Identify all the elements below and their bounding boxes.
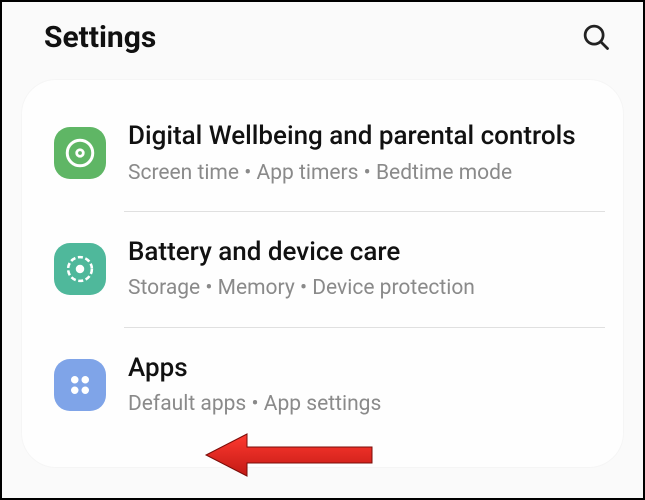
settings-item-text: Battery and device care Storage • Memory… (128, 236, 601, 303)
header: Settings (2, 2, 643, 80)
settings-item-title: Apps (128, 352, 601, 385)
settings-item-subtitle: Screen time • App timers • Bedtime mode (128, 159, 601, 187)
settings-item-title: Digital Wellbeing and parental controls (128, 120, 601, 153)
apps-icon (54, 359, 106, 411)
settings-card: Digital Wellbeing and parental controls … (22, 80, 623, 467)
settings-item-battery-device-care[interactable]: Battery and device care Storage • Memory… (50, 212, 605, 327)
search-icon (581, 22, 611, 52)
settings-item-text: Digital Wellbeing and parental controls … (128, 120, 601, 187)
settings-item-text: Apps Default apps • App settings (128, 352, 601, 419)
battery-device-care-icon (54, 243, 106, 295)
page-title: Settings (44, 20, 156, 55)
settings-item-subtitle: Storage • Memory • Device protection (128, 274, 601, 302)
settings-item-title: Battery and device care (128, 236, 601, 269)
digital-wellbeing-icon (54, 127, 106, 179)
settings-item-apps[interactable]: Apps Default apps • App settings (50, 328, 605, 443)
settings-item-subtitle: Default apps • App settings (128, 390, 601, 418)
settings-item-digital-wellbeing[interactable]: Digital Wellbeing and parental controls … (50, 96, 605, 211)
search-button[interactable] (577, 18, 615, 56)
